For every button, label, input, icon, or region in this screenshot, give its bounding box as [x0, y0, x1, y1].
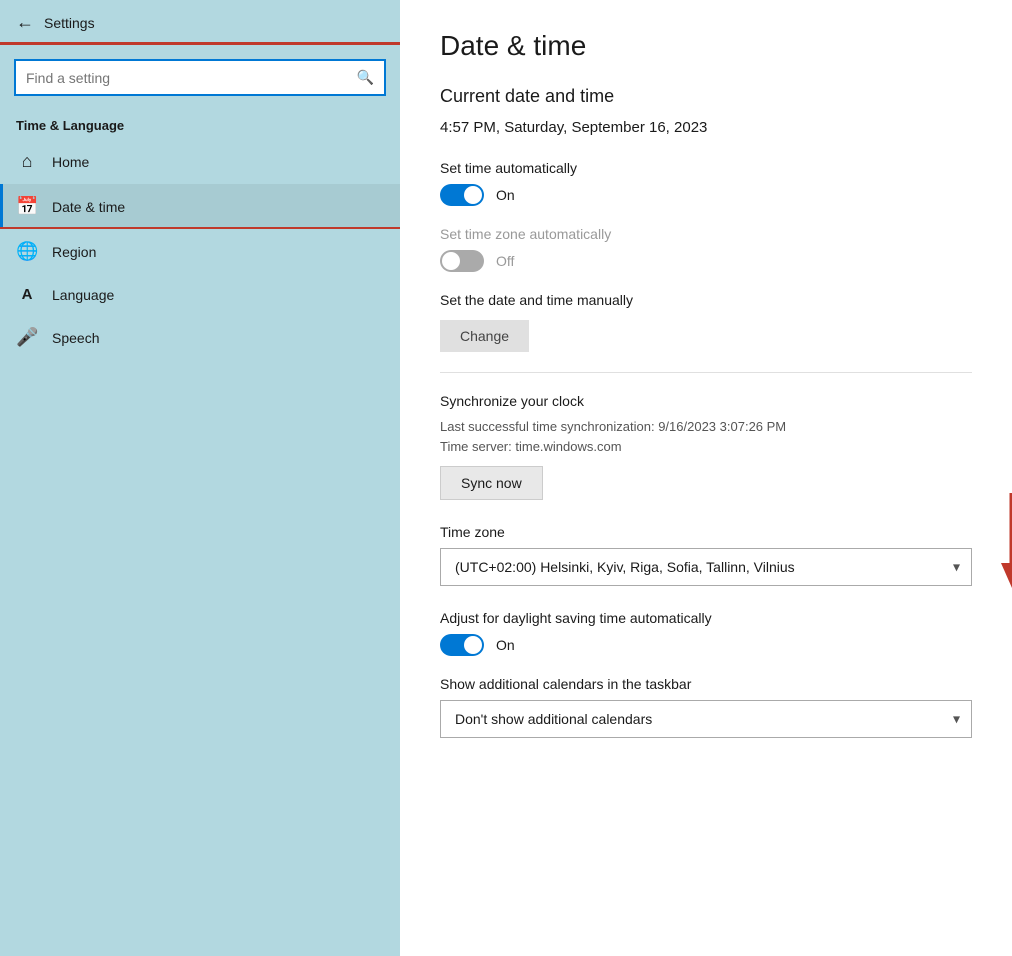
set-time-auto-label: Set time automatically — [440, 160, 972, 176]
additional-calendars-row: Show additional calendars in the taskbar… — [440, 676, 972, 738]
daylight-label: Adjust for daylight saving time automati… — [440, 610, 972, 626]
sidebar-item-region[interactable]: 🌐 Region — [0, 229, 400, 274]
back-button[interactable]: ← — [16, 12, 34, 33]
sync-now-button[interactable]: Sync now — [440, 466, 543, 500]
additional-calendars-dropdown[interactable]: Don't show additional calendars — [440, 700, 972, 738]
timezone-dropdown[interactable]: (UTC+02:00) Helsinki, Kyiv, Riga, Sofia,… — [440, 548, 972, 586]
set-time-auto-toggle-row: On — [440, 184, 972, 206]
page-title: Date & time — [440, 30, 972, 62]
set-manual-row: Set the date and time manually Change — [440, 292, 972, 352]
sidebar-title: Settings — [44, 15, 95, 31]
daylight-row: Adjust for daylight saving time automati… — [440, 610, 972, 656]
timezone-dropdown-wrapper: (UTC+02:00) Helsinki, Kyiv, Riga, Sofia,… — [440, 548, 972, 586]
set-timezone-auto-thumb — [442, 252, 460, 270]
sidebar-item-date-time[interactable]: 📅 Date & time — [0, 184, 400, 229]
timezone-label: Time zone — [440, 524, 972, 540]
sidebar-item-language-label: Language — [52, 287, 114, 303]
sync-info-line1: Last successful time synchronization: 9/… — [440, 417, 972, 437]
home-icon — [16, 151, 38, 172]
main-content: Date & time Current date and time 4:57 P… — [400, 0, 1012, 956]
current-date-time-section: Current date and time — [440, 86, 972, 107]
sync-label: Synchronize your clock — [440, 393, 972, 409]
current-time-display: 4:57 PM, Saturday, September 16, 2023 — [440, 119, 972, 136]
set-timezone-auto-toggle[interactable] — [440, 250, 484, 272]
sidebar-item-home[interactable]: Home — [0, 139, 400, 184]
speech-icon: 🎤 — [16, 327, 38, 348]
set-timezone-auto-state: Off — [496, 253, 514, 269]
sidebar-item-home-label: Home — [52, 154, 89, 170]
red-arrow-svg — [997, 488, 1012, 588]
sidebar-header: ← Settings — [0, 0, 400, 45]
sidebar-item-region-label: Region — [52, 244, 96, 260]
sidebar-item-speech[interactable]: 🎤 Speech — [0, 315, 400, 360]
set-time-auto-toggle[interactable] — [440, 184, 484, 206]
set-timezone-auto-toggle-row: Off — [440, 250, 972, 272]
daylight-thumb — [464, 636, 482, 654]
search-icon: 🔍 — [347, 61, 384, 94]
back-icon: ← — [16, 12, 34, 33]
sync-info-line2: Time server: time.windows.com — [440, 437, 972, 457]
sidebar-item-language[interactable]: A Language — [0, 274, 400, 315]
set-timezone-auto-label: Set time zone automatically — [440, 226, 972, 242]
red-arrow-indicator — [997, 488, 1012, 588]
sidebar: ← Settings 🔍 Time & Language Home 📅 Date… — [0, 0, 400, 956]
sidebar-item-speech-label: Speech — [52, 330, 99, 346]
calendar-icon: 📅 — [16, 196, 38, 217]
set-time-auto-row: Set time automatically On — [440, 160, 972, 206]
set-time-auto-thumb — [464, 186, 482, 204]
search-input[interactable] — [16, 62, 347, 94]
daylight-toggle[interactable] — [440, 634, 484, 656]
set-manual-label: Set the date and time manually — [440, 292, 972, 308]
search-container: 🔍 — [0, 45, 400, 110]
timezone-section: Time zone (UTC+02:00) Helsinki, Kyiv, Ri… — [440, 524, 972, 586]
section-label: Time & Language — [0, 110, 400, 139]
additional-calendars-dropdown-wrapper: Don't show additional calendars ▾ — [440, 700, 972, 738]
search-box: 🔍 — [14, 59, 386, 96]
change-button[interactable]: Change — [440, 320, 529, 352]
daylight-toggle-row: On — [440, 634, 972, 656]
language-icon: A — [16, 286, 38, 303]
divider-1 — [440, 372, 972, 373]
globe-icon: 🌐 — [16, 241, 38, 262]
daylight-state: On — [496, 637, 515, 653]
additional-calendars-label: Show additional calendars in the taskbar — [440, 676, 972, 692]
sync-section: Synchronize your clock Last successful t… — [440, 393, 972, 500]
sidebar-item-date-time-label: Date & time — [52, 199, 125, 215]
set-time-auto-state: On — [496, 187, 515, 203]
set-timezone-auto-row: Set time zone automatically Off — [440, 226, 972, 272]
sync-info: Last successful time synchronization: 9/… — [440, 417, 972, 456]
